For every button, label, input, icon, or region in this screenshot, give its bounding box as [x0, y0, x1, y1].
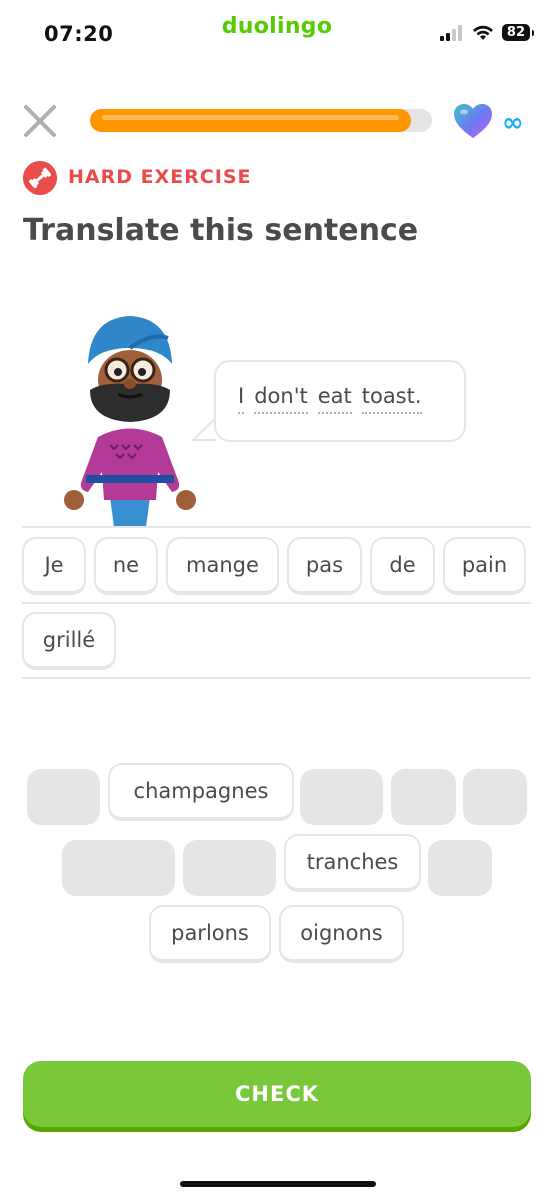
answer-line: [22, 526, 531, 528]
answer-tile[interactable]: de: [370, 537, 435, 595]
progress-fill: [90, 109, 412, 132]
used-word-slot: [300, 769, 383, 825]
answer-line: [22, 602, 531, 604]
wifi-icon: [472, 25, 493, 40]
word-bank-tile[interactable]: parlons: [149, 905, 271, 963]
answer-tile[interactable]: ne: [94, 537, 158, 595]
answer-tile[interactable]: pain: [443, 537, 526, 595]
used-word-slot: [62, 840, 175, 896]
word-bank-tile[interactable]: champagnes: [108, 763, 294, 821]
page-title: Translate this sentence: [23, 213, 419, 248]
used-word-slot: [183, 840, 276, 896]
used-word-slot: [428, 840, 492, 896]
exercise-label: HARD EXERCISE: [68, 166, 252, 188]
dumbbell-icon: [23, 161, 57, 195]
lesson-progress-bar: [90, 109, 432, 132]
check-button[interactable]: CHECK: [23, 1061, 531, 1127]
answer-tile[interactable]: grillé: [22, 612, 116, 670]
signal-icon: [439, 24, 462, 41]
prompt-word[interactable]: I: [238, 384, 245, 414]
answer-line: [22, 677, 531, 679]
prompt-word[interactable]: toast.: [361, 384, 422, 414]
word-bank-tile[interactable]: oignons: [279, 905, 404, 963]
answer-tile[interactable]: mange: [166, 537, 279, 595]
prompt-word[interactable]: don't: [254, 384, 308, 414]
used-word-slot: [27, 769, 100, 825]
answer-tile[interactable]: Je: [22, 537, 86, 595]
word-bank-tile[interactable]: tranches: [284, 834, 421, 892]
used-word-slot: [391, 769, 456, 825]
answer-tile[interactable]: pas: [287, 537, 362, 595]
used-word-slot: [463, 769, 527, 825]
character-illustration: [64, 316, 196, 527]
prompt-word[interactable]: eat: [317, 384, 352, 414]
speech-bubble: I don't eat toast.: [214, 360, 466, 442]
close-icon[interactable]: [22, 103, 58, 139]
progress-shine: [102, 115, 400, 120]
prompt-sentence: I don't eat toast.: [238, 384, 422, 414]
battery-icon: 82: [501, 24, 535, 41]
status-icons: 82: [439, 24, 535, 41]
lives-count: ∞: [502, 108, 524, 138]
heart-icon[interactable]: [452, 102, 494, 140]
home-indicator[interactable]: [180, 1181, 376, 1187]
